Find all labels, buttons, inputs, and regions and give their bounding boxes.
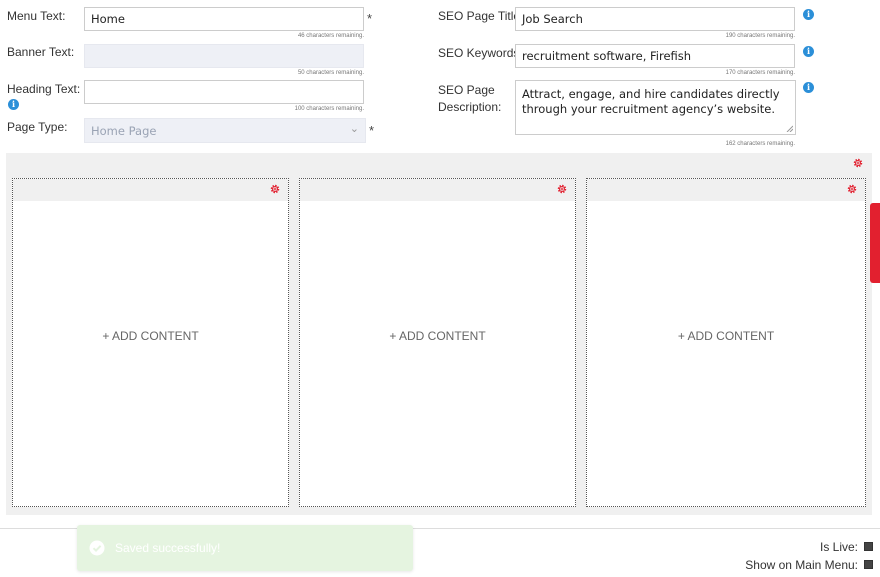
resize-grip-icon[interactable] <box>786 125 793 132</box>
menu-text-remaining: 46 characters remaining. <box>297 33 364 39</box>
row-settings-gear-icon[interactable] <box>852 157 864 169</box>
seo-keywords-input[interactable]: recruitment software, Firefish <box>515 44 795 68</box>
seo-title-input[interactable]: Job Search <box>515 7 795 31</box>
is-live-label: Is Live: <box>819 540 858 554</box>
show-main-menu-checkbox-icon[interactable] <box>864 560 873 569</box>
seo-description-label: SEO Page Description: <box>438 82 501 116</box>
seo-keywords-info-icon[interactable]: i <box>803 46 814 57</box>
heading-text-info-icon[interactable]: i <box>8 99 19 110</box>
add-content-button[interactable]: + ADD CONTENT <box>13 329 288 343</box>
banner-text-remaining: 50 characters remaining. <box>297 70 364 76</box>
add-content-button[interactable]: + ADD CONTENT <box>587 329 865 343</box>
page-builder-row: + ADD CONTENT + ADD CONTENT + ADD CONTEN… <box>6 153 872 515</box>
toast-message: Saved successfully! <box>115 541 221 555</box>
page-type-label: Page Type: <box>7 120 68 134</box>
menu-text-label: Menu Text: <box>7 9 66 23</box>
side-panel-tab[interactable] <box>870 203 880 283</box>
content-column-2: + ADD CONTENT <box>299 178 576 507</box>
heading-text-label: Heading Text: <box>7 82 81 96</box>
seo-title-label: SEO Page Title: <box>438 9 524 23</box>
seo-keywords-remaining: 170 characters remaining. <box>725 70 795 76</box>
seo-description-info-icon[interactable]: i <box>803 82 814 93</box>
add-content-button[interactable]: + ADD CONTENT <box>300 329 575 343</box>
menu-text-required: * <box>367 11 373 26</box>
heading-text-remaining: 100 characters remaining. <box>294 106 364 112</box>
column-header <box>587 179 865 201</box>
seo-title-remaining: 190 characters remaining. <box>725 33 795 39</box>
seo-description-label-line1: SEO Page <box>438 83 495 97</box>
is-live-checkbox-icon[interactable] <box>864 542 873 551</box>
heading-text-input[interactable] <box>84 80 364 104</box>
success-toast[interactable]: Saved successfully! <box>77 525 413 571</box>
column-settings-gear-icon[interactable] <box>556 183 568 195</box>
content-column-1: + ADD CONTENT <box>12 178 289 507</box>
banner-text-input[interactable] <box>84 44 364 68</box>
chevron-down-icon: ⌄ <box>349 122 359 135</box>
seo-title-info-icon[interactable]: i <box>803 9 814 20</box>
seo-description-label-line2: Description: <box>438 100 502 114</box>
seo-keywords-label: SEO Keywords: <box>438 46 523 60</box>
show-main-menu-label: Show on Main Menu: <box>745 558 858 572</box>
page-type-select[interactable]: Home Page ⌄ <box>84 118 366 143</box>
seo-description-value: Attract, engage, and hire candidates dir… <box>522 87 780 116</box>
column-settings-gear-icon[interactable] <box>269 183 281 195</box>
seo-description-remaining: 162 characters remaining. <box>725 141 795 147</box>
content-column-3: + ADD CONTENT <box>586 178 866 507</box>
page-type-required: * <box>369 123 375 138</box>
column-settings-gear-icon[interactable] <box>846 183 858 195</box>
column-header <box>13 179 288 201</box>
page-type-value: Home Page <box>91 123 157 138</box>
seo-description-textarea[interactable]: Attract, engage, and hire candidates dir… <box>515 80 796 135</box>
check-circle-icon <box>89 540 105 556</box>
column-header <box>300 179 575 201</box>
menu-text-input[interactable]: Home <box>84 7 364 31</box>
banner-text-label: Banner Text: <box>7 45 75 59</box>
